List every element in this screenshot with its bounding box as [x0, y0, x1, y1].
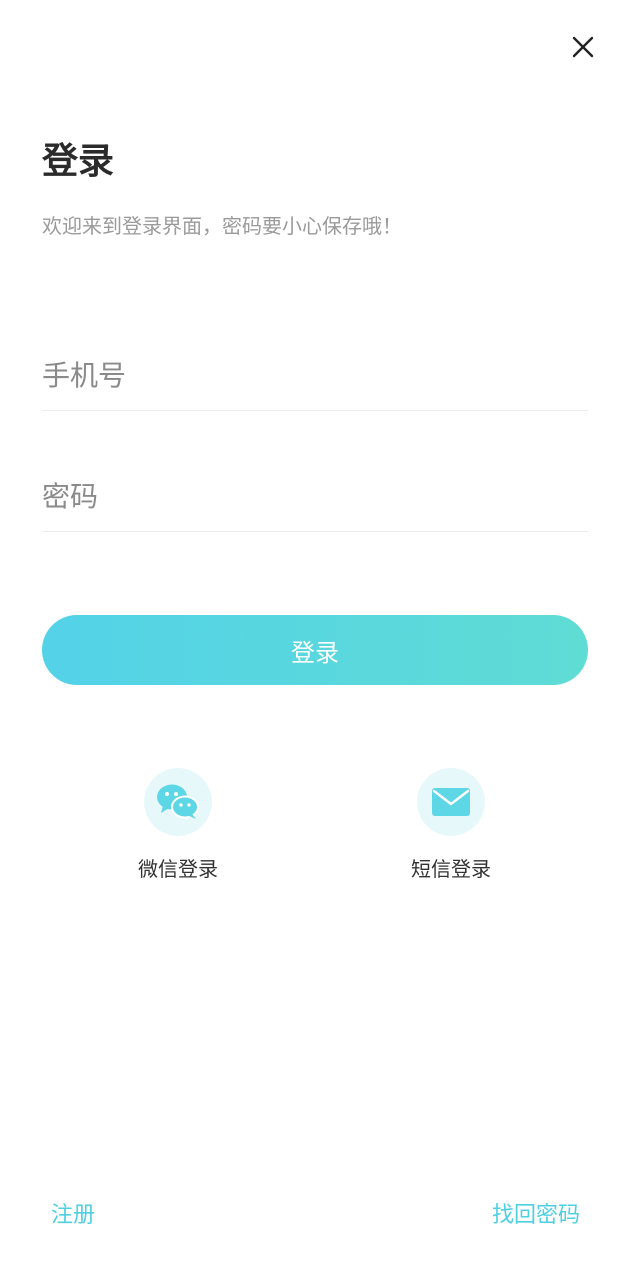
close-button[interactable]: [564, 28, 602, 66]
phone-field: [42, 340, 588, 411]
close-icon: [572, 36, 594, 58]
page-subtitle: 欢迎来到登录界面，密码要小心保存哦！: [42, 214, 402, 238]
wechat-icon-circle: [144, 768, 212, 836]
wechat-icon: [157, 784, 199, 819]
sms-icon-circle: [417, 768, 485, 836]
envelope-icon: [432, 788, 470, 816]
register-link[interactable]: 注册: [51, 1201, 95, 1231]
sms-login-label: 短信登录: [411, 857, 491, 881]
forgot-password-link[interactable]: 找回密码: [492, 1201, 580, 1231]
wechat-login-label: 微信登录: [138, 857, 218, 881]
sms-login-button[interactable]: 短信登录: [391, 768, 511, 882]
page-title: 登录: [42, 141, 115, 182]
login-button[interactable]: 登录: [42, 615, 588, 685]
phone-input[interactable]: [42, 340, 588, 410]
password-field: [42, 461, 588, 532]
wechat-login-button[interactable]: 微信登录: [118, 768, 238, 882]
password-input[interactable]: [42, 461, 588, 531]
